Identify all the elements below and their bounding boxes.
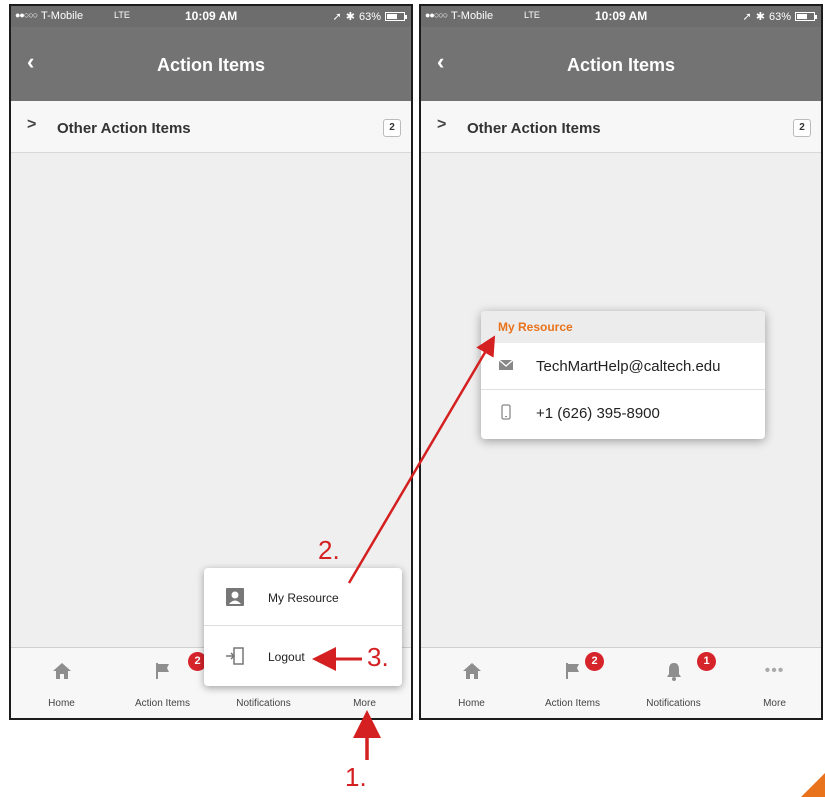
annotation-step-2: 2. (318, 535, 340, 565)
corner-accent (801, 773, 825, 797)
annotation-step-3: 3. (367, 642, 389, 672)
annotation-arrows (312, 335, 496, 760)
annotation-step-1: 1. (345, 762, 367, 792)
arrow-step-2 (347, 335, 496, 584)
